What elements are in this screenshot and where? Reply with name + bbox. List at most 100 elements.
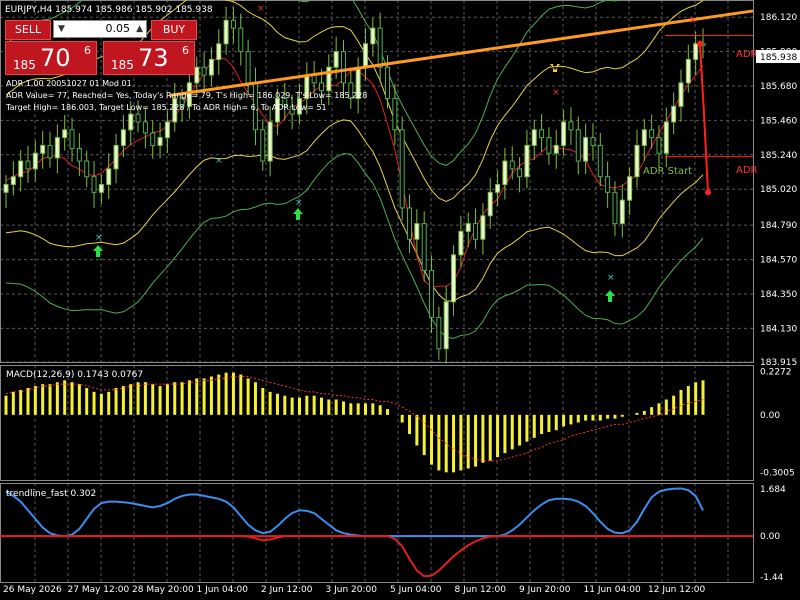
candle-body bbox=[128, 113, 134, 131]
fast-tick: -1.44 bbox=[760, 573, 784, 583]
info-line-2: ADR Value= 77, Reached= Yes, Today's Ran… bbox=[6, 91, 367, 100]
macd-tick: 0.00 bbox=[760, 411, 780, 421]
candle-body bbox=[634, 144, 640, 178]
candle-body bbox=[91, 176, 97, 193]
macd-title: MACD(12,26,9) 0.1743 0.0767 bbox=[6, 370, 143, 380]
lot-decrease-icon[interactable]: ▼ bbox=[58, 21, 65, 37]
time-tick: 26 May 2026 bbox=[3, 585, 62, 595]
candle-body bbox=[649, 129, 655, 139]
candle-body bbox=[480, 215, 486, 240]
candle-body bbox=[333, 51, 339, 68]
candle-body bbox=[451, 254, 457, 303]
price-tick: 184.570 bbox=[760, 256, 797, 266]
candle-body bbox=[583, 137, 589, 162]
time-tick: 2 Jun 12:00 bbox=[261, 585, 313, 595]
candle-body bbox=[10, 176, 16, 186]
fast-tick: 1.684 bbox=[760, 485, 786, 495]
sell-button[interactable]: SELL bbox=[5, 20, 51, 40]
candle-body bbox=[421, 223, 427, 272]
candle-body bbox=[216, 43, 222, 60]
cross-marker-icon: × bbox=[95, 233, 103, 243]
candle-body bbox=[208, 58, 214, 76]
symbol-info: EURJPY,H4 185.974 185.986 185.902 185.93… bbox=[5, 5, 213, 15]
candle-body bbox=[473, 223, 479, 240]
price-tick: 185.680 bbox=[760, 82, 797, 92]
candle-body bbox=[693, 43, 699, 60]
candle-body bbox=[267, 121, 273, 162]
candle-body bbox=[495, 184, 501, 193]
candle-body bbox=[627, 176, 633, 201]
candle-body bbox=[164, 121, 170, 139]
candle-body bbox=[619, 199, 625, 225]
candle-body bbox=[311, 74, 317, 84]
current-price-label: 185.938 bbox=[760, 53, 797, 63]
time-axis: 26 May 2026 27 May 12:00 28 May 20:00 1 Jun… bbox=[3, 585, 705, 595]
lot-increase-icon[interactable]: ▲ bbox=[136, 21, 143, 37]
candle-body bbox=[487, 191, 493, 217]
candle-body bbox=[113, 144, 119, 170]
adr-start-label: ADR Start bbox=[643, 166, 692, 177]
buy-button[interactable]: BUY bbox=[151, 20, 197, 40]
candle-body bbox=[3, 184, 9, 193]
candle-body bbox=[98, 184, 104, 193]
candle-body bbox=[561, 121, 567, 146]
chart-canvas[interactable]: ××××××× 186.120185.900185.680185.460185.… bbox=[0, 0, 800, 600]
bid-big: 70 bbox=[40, 44, 71, 72]
candle-body bbox=[553, 144, 559, 154]
candle-body bbox=[671, 105, 677, 123]
ask-big: 73 bbox=[138, 44, 169, 72]
candle-body bbox=[201, 66, 207, 76]
price-tick: 184.130 bbox=[760, 324, 797, 334]
candle-body bbox=[135, 113, 141, 123]
candle-body bbox=[142, 121, 148, 134]
bid-quote[interactable]: 185 70 6 bbox=[5, 41, 97, 75]
fast-tick: 0.00 bbox=[760, 532, 780, 542]
ask-sup: 6 bbox=[182, 44, 189, 57]
candle-body bbox=[157, 137, 163, 146]
macd-tick: -0.3005 bbox=[760, 468, 795, 478]
ask-quote[interactable]: 185 73 6 bbox=[103, 41, 195, 75]
candle-body bbox=[18, 160, 24, 178]
cross-marker-icon: × bbox=[295, 198, 303, 208]
candle-body bbox=[150, 132, 156, 146]
price-tick: 184.790 bbox=[760, 221, 797, 231]
candle-body bbox=[502, 160, 508, 186]
bid-small: 185 bbox=[13, 58, 36, 72]
candle-body bbox=[318, 82, 324, 92]
candle-body bbox=[84, 160, 90, 178]
candle-body bbox=[363, 43, 369, 68]
price-tick: 185.460 bbox=[760, 116, 797, 126]
cross-marker-icon: × bbox=[689, 16, 697, 26]
time-tick: 8 Jun 12:00 bbox=[455, 585, 507, 595]
info-line-1: ADR 1.00 20051027 01 Mod 01 bbox=[6, 79, 132, 88]
candle-body bbox=[436, 316, 442, 350]
bid-sup: 6 bbox=[84, 44, 91, 57]
one-click-trading-panel: SELL ▼ 0.05 ▲ BUY 185 70 6 185 73 6 bbox=[5, 20, 197, 76]
candle-body bbox=[120, 129, 126, 146]
candle-body bbox=[223, 19, 229, 45]
cross-marker-icon: × bbox=[215, 156, 223, 166]
candle-body bbox=[377, 27, 383, 68]
candle-body bbox=[509, 160, 515, 170]
ask-small: 185 bbox=[111, 58, 134, 72]
candle-body bbox=[605, 176, 611, 193]
candle-body bbox=[685, 58, 691, 84]
cross-marker-icon: × bbox=[552, 88, 560, 98]
candle-body bbox=[54, 137, 60, 159]
adr-projection-dot bbox=[705, 189, 711, 196]
candle-body bbox=[465, 223, 471, 232]
adr-high-label: ADR bbox=[736, 49, 758, 60]
time-tick: 9 Jun 20:00 bbox=[519, 585, 571, 595]
price-tick: 185.020 bbox=[760, 185, 797, 195]
candle-body bbox=[76, 148, 82, 162]
candle-body bbox=[641, 129, 647, 146]
candle-body bbox=[392, 98, 398, 131]
time-tick: 11 Jun 04:00 bbox=[584, 585, 641, 595]
macd-tick: 0.2272 bbox=[760, 367, 792, 377]
price-tick: 186.120 bbox=[760, 13, 797, 23]
candle-body bbox=[517, 168, 523, 178]
price-tick: 184.350 bbox=[760, 290, 797, 300]
lot-size-input[interactable]: ▼ 0.05 ▲ bbox=[53, 20, 147, 38]
candle-body bbox=[656, 137, 662, 154]
info-line-3: Target High= 186.003, Target Low= 185.22… bbox=[5, 103, 327, 112]
